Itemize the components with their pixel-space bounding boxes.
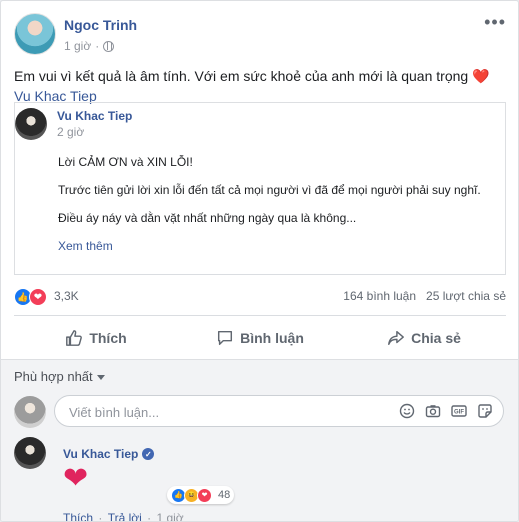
engagement-summary: 164 bình luận 25 lượt chia sẻ [343,289,506,303]
camera-icon[interactable] [425,403,441,419]
commenter-name[interactable]: Vu Khac Tiep [63,447,138,461]
shared-line-3: Điều áy náy và dằn vặt nhất những ngày q… [58,211,357,225]
share-count[interactable]: 25 lượt chia sẻ [426,289,506,303]
comment-sort-dropdown[interactable]: Phù hợp nhất [14,369,105,384]
post-header: Ngoc Trinh 1 giờ · ••• [14,13,506,59]
comment-label: Bình luận [240,330,304,346]
comment-reaction-count: 48 [218,489,231,501]
comment-input-box[interactable]: GIF [54,395,504,427]
emoji-icon[interactable] [399,403,415,419]
divider [14,274,506,275]
like-label: Thích [89,330,127,346]
comment-count[interactable]: 164 bình luận [343,289,416,303]
like-button[interactable]: Thích [14,323,178,353]
reaction-count[interactable]: 3,3K [54,289,79,303]
see-more-link[interactable]: Xem thêm [58,239,113,253]
verified-badge-icon: ✓ [142,448,155,460]
author-name[interactable]: Ngoc Trinh [64,17,137,33]
post-time[interactable]: 1 giờ [64,39,91,53]
shared-author-name[interactable]: Vu Khac Tiep [57,109,132,123]
input-icons: GIF [399,403,493,419]
comment-button[interactable]: Bình luận [178,323,342,353]
share-label: Chia sẻ [411,330,461,346]
shared-author-avatar[interactable] [15,108,47,140]
shared-post[interactable]: Vu Khac Tiep 2 giờ Lời CẢM ƠN và XIN LỖI… [14,102,506,275]
comment-actions: Thích · Trả lời · 1 giờ [63,511,184,522]
commenter-name-row: Vu Khac Tiep ✓ [63,447,155,461]
shared-line-2: Trước tiên gửi lời xin lỗi đến tất cả mọ… [58,183,481,197]
comments-section: Phù hợp nhất GIF Vu Khac Tiep ✓ ❤ 👍 😆 ❤ … [1,359,518,522]
commenter-avatar[interactable] [14,437,46,469]
heart-emoji: ❤️ [472,68,490,84]
svg-text:GIF: GIF [454,410,464,416]
reaction-icons[interactable]: 👍 ❤ [14,288,47,306]
post-body: Em vui vì kết quả là âm tính. Với em sức… [14,68,469,84]
shared-line-1: Lời CẢM ƠN và XIN LỖI! [58,155,193,169]
comment-heart: ❤ [63,462,89,495]
post-meta: 1 giờ · [64,39,115,53]
post-actions: Thích Bình luận Chia sẻ [14,323,506,353]
dot-separator: · [95,511,106,522]
comment-reactions[interactable]: 👍 😆 ❤ 48 [167,486,235,504]
sticker-icon[interactable] [477,403,493,419]
post-card: Ngoc Trinh 1 giờ · ••• Em vui vì kết quả… [0,0,519,522]
love-icon: ❤ [197,487,212,503]
shared-post-time[interactable]: 2 giờ [57,125,84,139]
comment-time[interactable]: 1 giờ [156,511,183,521]
share-icon [388,330,405,346]
post-text: Em vui vì kết quả là âm tính. Với em sức… [14,66,506,106]
globe-icon[interactable] [103,40,115,52]
thumbs-up-icon [66,330,83,346]
divider [14,315,506,316]
author-avatar[interactable] [14,13,56,55]
reactions-bar: 👍 ❤ 3,3K 164 bình luận 25 lượt chia sẻ [14,286,506,308]
comment-reply-link[interactable]: Trả lời [108,511,142,521]
sort-label: Phù hợp nhất [14,369,93,384]
gif-icon[interactable]: GIF [451,403,467,419]
comment-input[interactable] [67,402,371,422]
dot-separator: · [143,511,155,522]
dot-separator: · [95,39,100,53]
comment-like-link[interactable]: Thích [63,511,93,521]
more-options-icon[interactable]: ••• [484,13,506,31]
current-user-avatar[interactable] [14,396,46,428]
caret-down-icon [96,375,105,381]
love-icon: ❤ [29,288,47,306]
share-button[interactable]: Chia sẻ [342,323,506,353]
comment-icon [218,330,233,346]
